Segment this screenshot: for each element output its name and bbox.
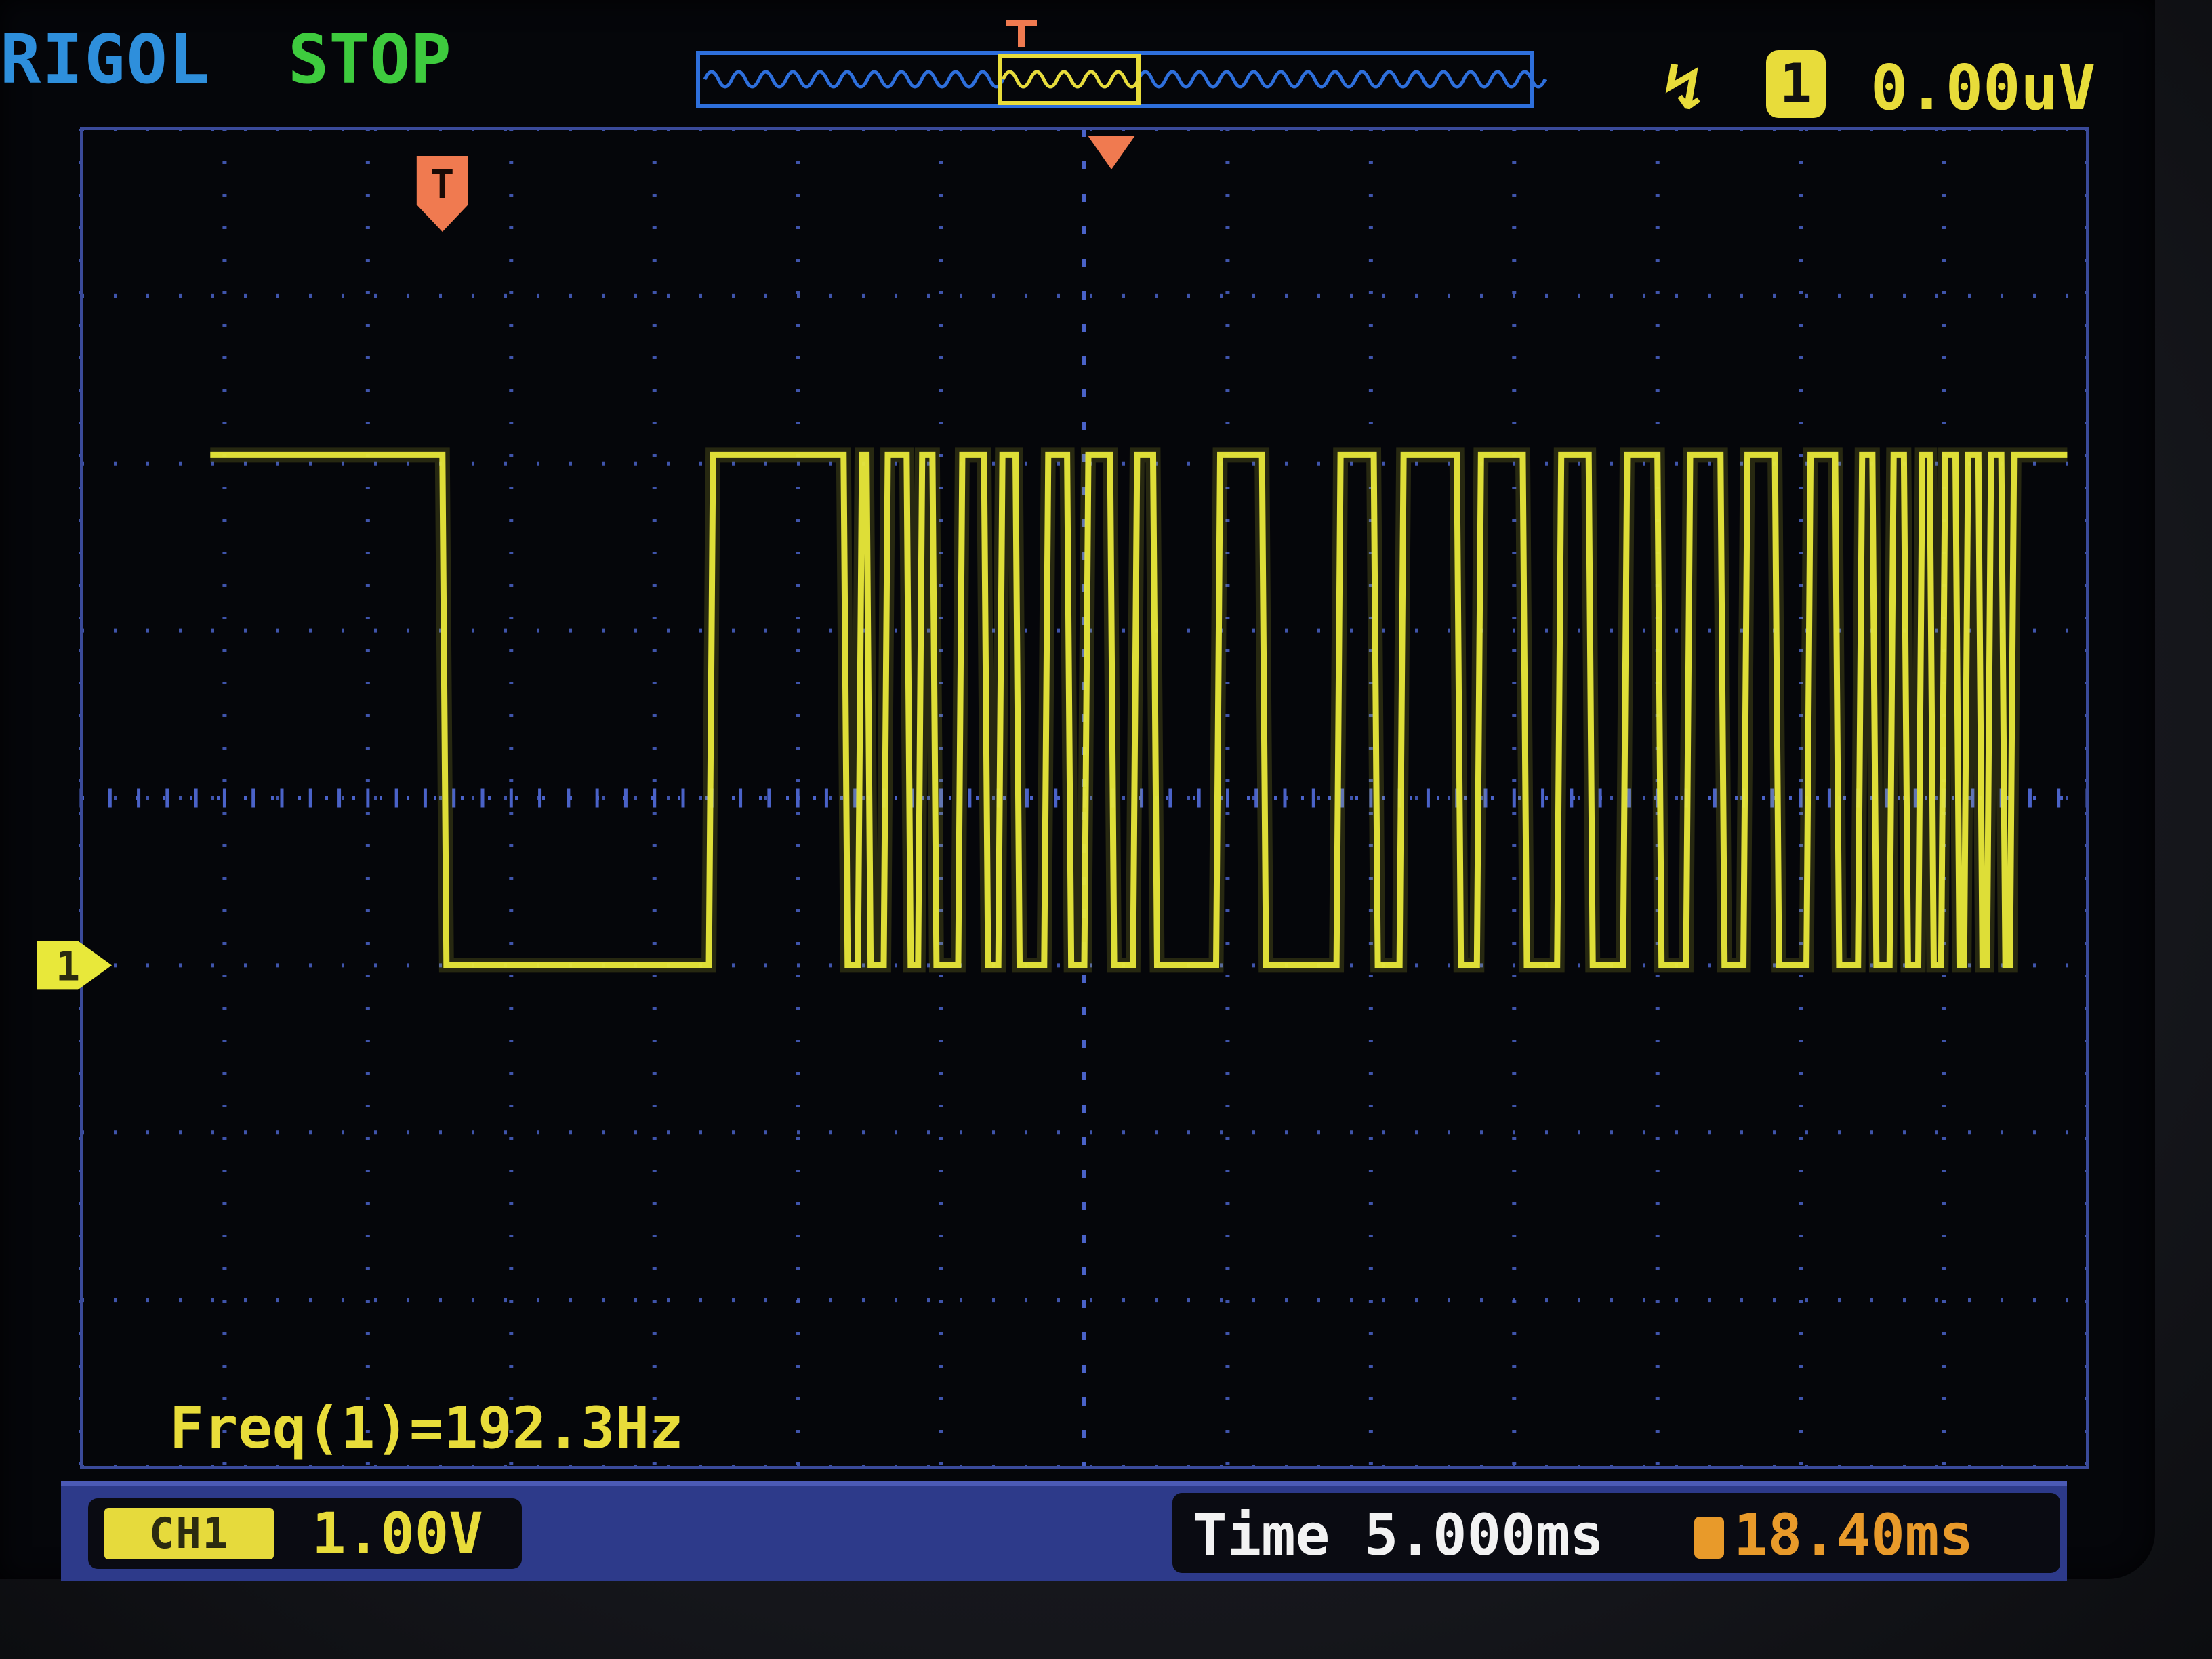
trigger-position-readout: 18.40ms	[1694, 1507, 1973, 1563]
trigger-marker-label: T	[430, 161, 454, 207]
frequency-measurement: Freq(1)=192.3Hz	[169, 1395, 684, 1461]
channel-1-ground-label: 1	[56, 943, 80, 990]
brand-logo: RIGOL	[0, 20, 211, 99]
time-center-marker	[1088, 136, 1135, 169]
channel-1-trace-glow	[210, 447, 2068, 973]
run-status[interactable]: STOP	[288, 26, 451, 94]
timebase-box[interactable]: Time 5.000ms 18.40ms	[1172, 1493, 2060, 1573]
timebase-readout: Time 5.000ms	[1193, 1502, 1604, 1568]
trigger-position-value: 18.40ms	[1734, 1502, 1974, 1568]
channel-1-scale: 1.00V	[312, 1500, 483, 1567]
channel-scale-box[interactable]: CH1 1.00V	[88, 1498, 522, 1569]
trigger-position-icon	[1694, 1517, 1724, 1559]
rising-edge-trigger-icon: ↯	[1664, 49, 1703, 125]
trigger-channel-badge: 1	[1766, 50, 1826, 118]
memory-view-waveform	[1001, 70, 1141, 89]
status-bar: CH1 1.00V Time 5.000ms 18.40ms	[61, 1481, 2067, 1581]
channel-1-tag: CH1	[104, 1508, 274, 1559]
trigger-level: 0.00uV	[1870, 52, 2096, 124]
memory-depth-bar	[696, 51, 1534, 108]
memory-trigger-icon	[1006, 20, 1037, 47]
